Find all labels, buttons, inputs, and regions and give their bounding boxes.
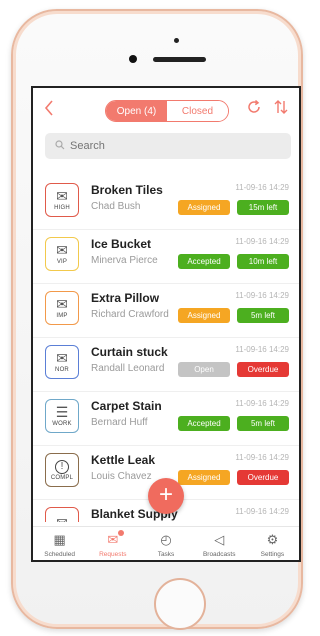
priority-badge: ✉ NOR bbox=[45, 345, 79, 379]
request-timestamp: 11-09-16 14:29 bbox=[235, 237, 289, 246]
request-title: Kettle Leak bbox=[91, 453, 156, 467]
priority-badge: ✉ HIGH bbox=[45, 183, 79, 217]
tab-scheduled[interactable]: ▦ Scheduled bbox=[33, 527, 86, 560]
priority-tag: IMP bbox=[56, 313, 68, 319]
tab-label: Requests bbox=[99, 551, 127, 558]
time-remaining-badge: 5m left bbox=[237, 416, 289, 431]
plus-icon: + bbox=[158, 481, 173, 508]
tab-broadcasts[interactable]: ◁ Broadcasts bbox=[193, 527, 246, 560]
home-button[interactable] bbox=[154, 578, 206, 630]
time-remaining-badge: 5m left bbox=[237, 308, 289, 323]
request-title: Ice Bucket bbox=[91, 237, 152, 251]
envelope-icon: ✉ bbox=[56, 350, 68, 366]
priority-badge: ☰ WORK bbox=[45, 399, 79, 433]
app-screen: Open (4) Closed ✉ HIGH Broken Tiles Chad… bbox=[31, 86, 301, 562]
status-badge: Open bbox=[178, 362, 230, 377]
guest-name: Richard Crawford bbox=[91, 309, 169, 320]
request-row[interactable]: ✉ IMP Extra Pillow Richard Crawford 11-0… bbox=[33, 284, 299, 338]
request-row[interactable]: ✉ HIGH Broken Tiles Chad Bush 11-09-16 1… bbox=[33, 176, 299, 230]
request-timestamp: 11-09-16 14:29 bbox=[235, 345, 289, 354]
priority-tag: VIP bbox=[56, 259, 68, 265]
timer-icon: ◴ bbox=[160, 532, 172, 547]
search-input[interactable] bbox=[70, 140, 270, 152]
sort-arrows-icon[interactable] bbox=[271, 99, 291, 119]
envelope-icon: ✉ bbox=[56, 242, 68, 258]
priority-tag: COMPL bbox=[50, 474, 74, 481]
notification-dot bbox=[118, 530, 125, 536]
envelope-icon: ✉ bbox=[56, 516, 68, 523]
envelope-icon: ✉ bbox=[56, 296, 68, 312]
request-title: Extra Pillow bbox=[91, 291, 160, 305]
request-timestamp: 11-09-16 14:29 bbox=[235, 399, 289, 408]
tab-settings[interactable]: ⚙ Settings bbox=[246, 527, 299, 560]
guest-name: Randall Leonard bbox=[91, 363, 165, 374]
search-bar bbox=[45, 133, 291, 159]
bottom-tab-bar: ▦ Scheduled ✉ Requests ◴ Tasks ◁ Broadca… bbox=[33, 526, 299, 560]
megaphone-icon: ◁ bbox=[214, 532, 225, 547]
search-icon bbox=[55, 139, 65, 153]
alert-icon: ! bbox=[55, 459, 69, 474]
tab-requests[interactable]: ✉ Requests bbox=[86, 527, 139, 560]
request-list: ✉ HIGH Broken Tiles Chad Bush 11-09-16 1… bbox=[33, 176, 299, 522]
request-row[interactable]: ✉ NOR Curtain stuck Randall Leonard 11-0… bbox=[33, 338, 299, 392]
request-timestamp: 11-09-16 14:29 bbox=[235, 453, 289, 462]
status-badge: Accepted bbox=[178, 416, 230, 431]
request-timestamp: 11-09-16 14:29 bbox=[235, 291, 289, 300]
guest-name: Bernard Huff bbox=[91, 417, 148, 428]
priority-tag: WORK bbox=[52, 421, 72, 427]
requests-icon: ✉ bbox=[107, 532, 119, 547]
time-remaining-badge: 10m left bbox=[237, 254, 289, 269]
tab-closed[interactable]: Closed bbox=[167, 101, 228, 121]
priority-badge: ✉ VIP bbox=[45, 237, 79, 271]
tab-label: Scheduled bbox=[44, 551, 75, 558]
priority-tag: HIGH bbox=[54, 205, 70, 211]
tab-tasks[interactable]: ◴ Tasks bbox=[139, 527, 192, 560]
open-closed-toggle: Open (4) Closed bbox=[105, 100, 229, 122]
tab-open[interactable]: Open (4) bbox=[106, 101, 167, 121]
guest-name: Chad Bush bbox=[91, 201, 141, 212]
add-request-button[interactable]: + bbox=[148, 478, 184, 514]
priority-badge: ✉ IMP bbox=[45, 291, 79, 325]
request-title: Curtain stuck bbox=[91, 345, 168, 359]
tab-label: Settings bbox=[260, 551, 285, 558]
time-remaining-badge: 15m left bbox=[237, 200, 289, 215]
time-remaining-badge: Overdue bbox=[237, 362, 289, 377]
calendar-icon: ▦ bbox=[53, 532, 66, 547]
top-bar: Open (4) Closed bbox=[33, 88, 299, 132]
request-title: Carpet Stain bbox=[91, 399, 162, 413]
status-badge: Assigned bbox=[178, 470, 230, 485]
priority-badge: ! COMPL bbox=[45, 453, 79, 487]
priority-badge: ✉ bbox=[45, 507, 79, 522]
refresh-icon[interactable] bbox=[244, 99, 264, 119]
tab-label: Tasks bbox=[157, 551, 175, 558]
envelope-icon: ✉ bbox=[56, 188, 68, 204]
guest-name: Minerva Pierce bbox=[91, 255, 158, 266]
proximity-sensor bbox=[174, 38, 179, 43]
document-icon: ☰ bbox=[55, 404, 69, 420]
earpiece-speaker bbox=[153, 57, 206, 62]
request-timestamp: 11-09-16 14:29 bbox=[235, 183, 289, 192]
status-badge: Accepted bbox=[178, 254, 230, 269]
status-badge: Assigned bbox=[178, 308, 230, 323]
request-row[interactable]: ✉ VIP Ice Bucket Minerva Pierce 11-09-16… bbox=[33, 230, 299, 284]
chevron-left-icon[interactable] bbox=[43, 98, 61, 120]
request-timestamp: 11-09-16 14:29 bbox=[235, 507, 289, 516]
front-camera bbox=[129, 55, 137, 63]
tab-label: Broadcasts bbox=[202, 551, 236, 558]
request-row[interactable]: ☰ WORK Carpet Stain Bernard Huff 11-09-1… bbox=[33, 392, 299, 446]
request-title: Broken Tiles bbox=[91, 183, 163, 197]
status-badge: Assigned bbox=[178, 200, 230, 215]
time-remaining-badge: Overdue bbox=[237, 470, 289, 485]
gear-icon: ⚙ bbox=[266, 532, 279, 547]
guest-name: Louis Chavez bbox=[91, 471, 152, 482]
priority-tag: NOR bbox=[55, 367, 69, 373]
